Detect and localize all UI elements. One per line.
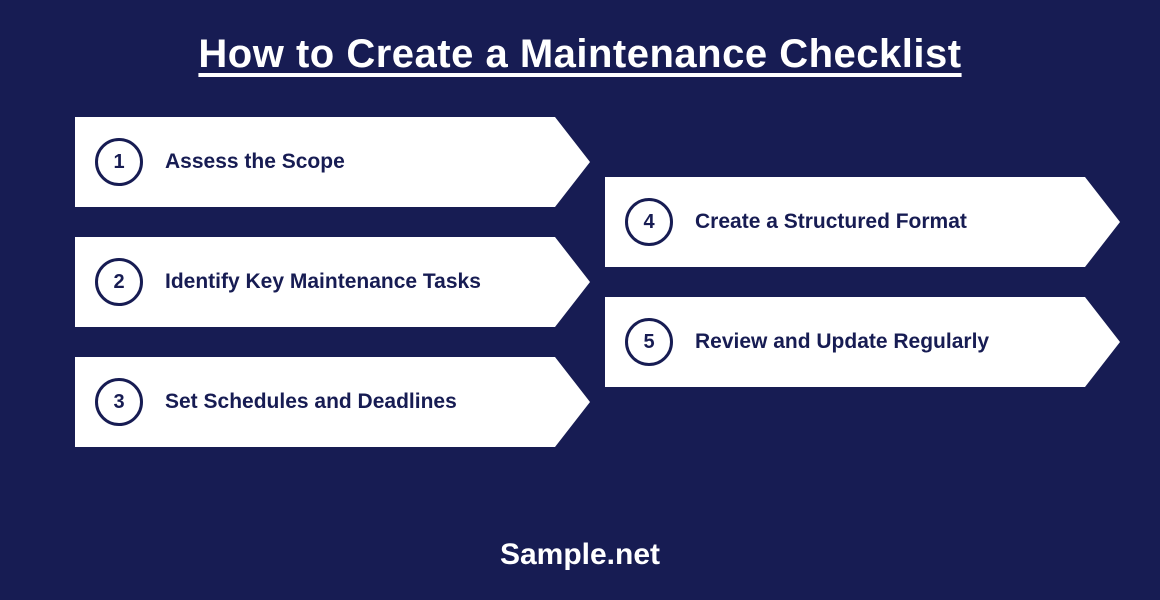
step-label: Create a Structured Format [695, 209, 967, 235]
step-3: 3 Set Schedules and Deadlines [75, 357, 555, 447]
step-2: 2 Identify Key Maintenance Tasks [75, 237, 555, 327]
step-number-badge: 3 [95, 378, 143, 426]
page-title: How to Create a Maintenance Checklist [0, 0, 1160, 77]
steps-container: 1 Assess the Scope 2 Identify Key Mainte… [0, 77, 1160, 447]
step-number-badge: 1 [95, 138, 143, 186]
step-number-badge: 4 [625, 198, 673, 246]
left-column: 1 Assess the Scope 2 Identify Key Mainte… [75, 117, 555, 447]
right-column: 4 Create a Structured Format 5 Review an… [605, 117, 1085, 447]
step-4: 4 Create a Structured Format [605, 177, 1085, 267]
step-label: Assess the Scope [165, 149, 345, 175]
step-1: 1 Assess the Scope [75, 117, 555, 207]
step-label: Review and Update Regularly [695, 329, 989, 355]
footer-brand: Sample.net [0, 538, 1160, 572]
step-5: 5 Review and Update Regularly [605, 297, 1085, 387]
step-label: Set Schedules and Deadlines [165, 389, 457, 415]
step-label: Identify Key Maintenance Tasks [165, 269, 481, 295]
step-number-badge: 2 [95, 258, 143, 306]
step-number-badge: 5 [625, 318, 673, 366]
